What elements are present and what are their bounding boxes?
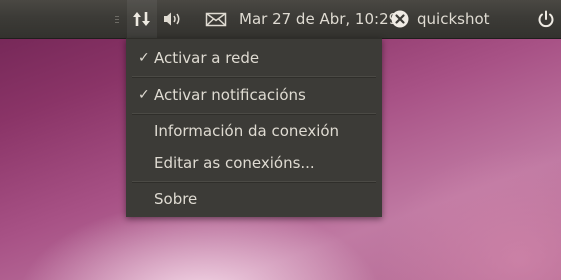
checkmark-icon: ✓ [138, 50, 150, 66]
top-panel: Mar 27 de Abr, 10:29 quickshot [0, 0, 561, 38]
username-label[interactable]: quickshot [417, 0, 490, 38]
menu-item-label: Activar a rede [154, 49, 260, 67]
menu-item-label: Sobre [154, 190, 198, 208]
menu-item-connection-info[interactable]: Información da conexión [126, 114, 382, 148]
checkmark-icon: ✓ [138, 87, 150, 103]
menu-item-enable-network[interactable]: ✓ Activar a rede [126, 41, 382, 75]
menu-item-edit-connections[interactable]: Editar as conexións... [126, 146, 382, 180]
clock-datetime[interactable]: Mar 27 de Abr, 10:29 [239, 0, 398, 38]
menu-item-label: Activar notificacións [154, 86, 306, 104]
panel-handle-icon [115, 0, 121, 38]
envelope-icon[interactable] [204, 0, 228, 38]
network-updown-icon[interactable] [130, 0, 154, 38]
menu-item-label: Información da conexión [154, 122, 340, 140]
menu-item-enable-notifications[interactable]: ✓ Activar notificacións [126, 78, 382, 112]
menu-item-label: Editar as conexións... [154, 154, 315, 172]
user-status-icon[interactable] [390, 0, 412, 38]
power-icon[interactable] [536, 0, 558, 38]
network-menu: ✓ Activar a rede ✓ Activar notificacións… [126, 38, 382, 217]
menu-item-about[interactable]: Sobre [126, 182, 382, 216]
speaker-volume-icon[interactable] [161, 0, 185, 38]
